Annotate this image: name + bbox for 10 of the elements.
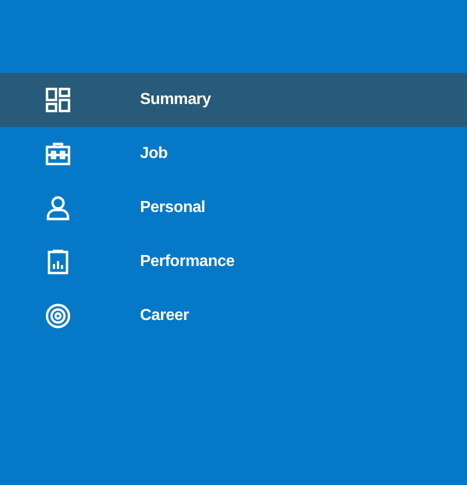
person-icon — [45, 195, 71, 221]
sidebar-item[interactable]: Job — [0, 127, 467, 181]
briefcase-icon — [45, 141, 71, 167]
sidebar-item[interactable]: Personal — [0, 181, 467, 235]
target-icon — [45, 303, 71, 329]
sidebar-item[interactable]: Career — [0, 289, 467, 343]
clipboard-chart-icon — [45, 249, 71, 275]
dashboard-icon — [45, 87, 71, 113]
sidebar-item[interactable]: Summary — [0, 73, 467, 127]
sidebar-item[interactable]: Performance — [0, 235, 467, 289]
